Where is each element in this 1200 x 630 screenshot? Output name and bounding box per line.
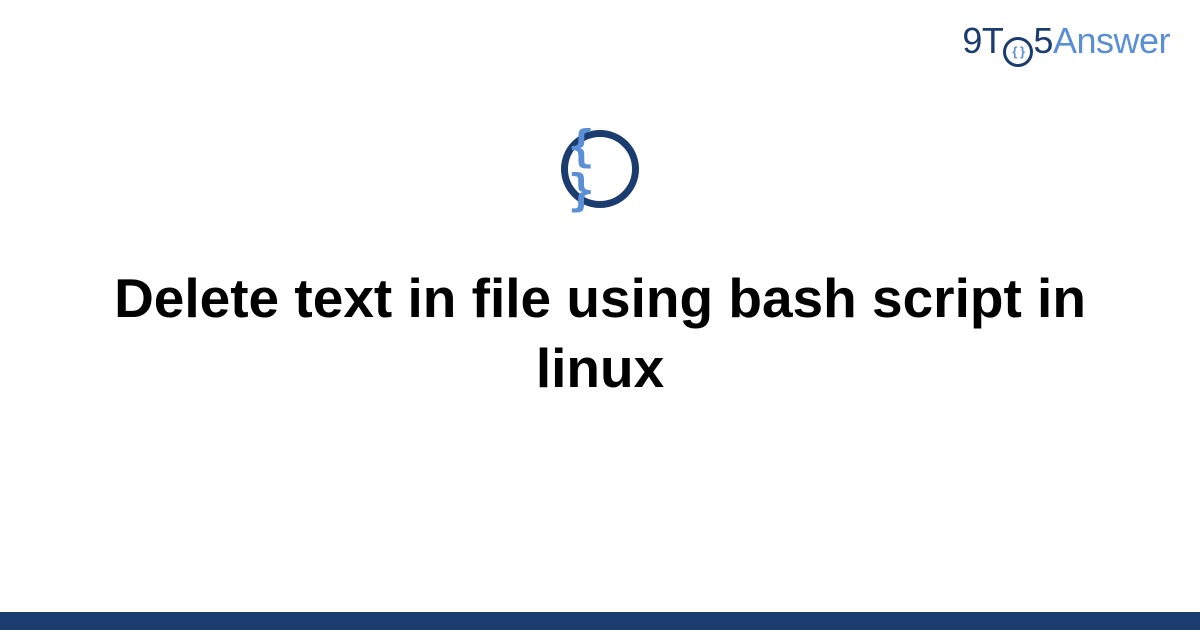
bottom-accent-bar (0, 612, 1200, 630)
logo-o-icon: { } (1003, 20, 1033, 64)
site-logo: 9T { } 5Answer (962, 20, 1170, 64)
logo-letter-t: T (982, 20, 1004, 61)
logo-ring-icon: { } (1003, 37, 1033, 67)
logo-braces-small-icon: { } (1012, 45, 1024, 58)
main-content: { } Delete text in file using bash scrip… (0, 130, 1200, 404)
category-braces-icon: { } (561, 130, 639, 208)
logo-digit-five: 5 (1033, 20, 1053, 61)
page-title: Delete text in file using bash script in… (60, 263, 1140, 404)
logo-digit-nine: 9 (962, 20, 982, 61)
logo-answer-text: Answer (1053, 20, 1170, 61)
braces-glyph-icon: { } (568, 125, 632, 213)
